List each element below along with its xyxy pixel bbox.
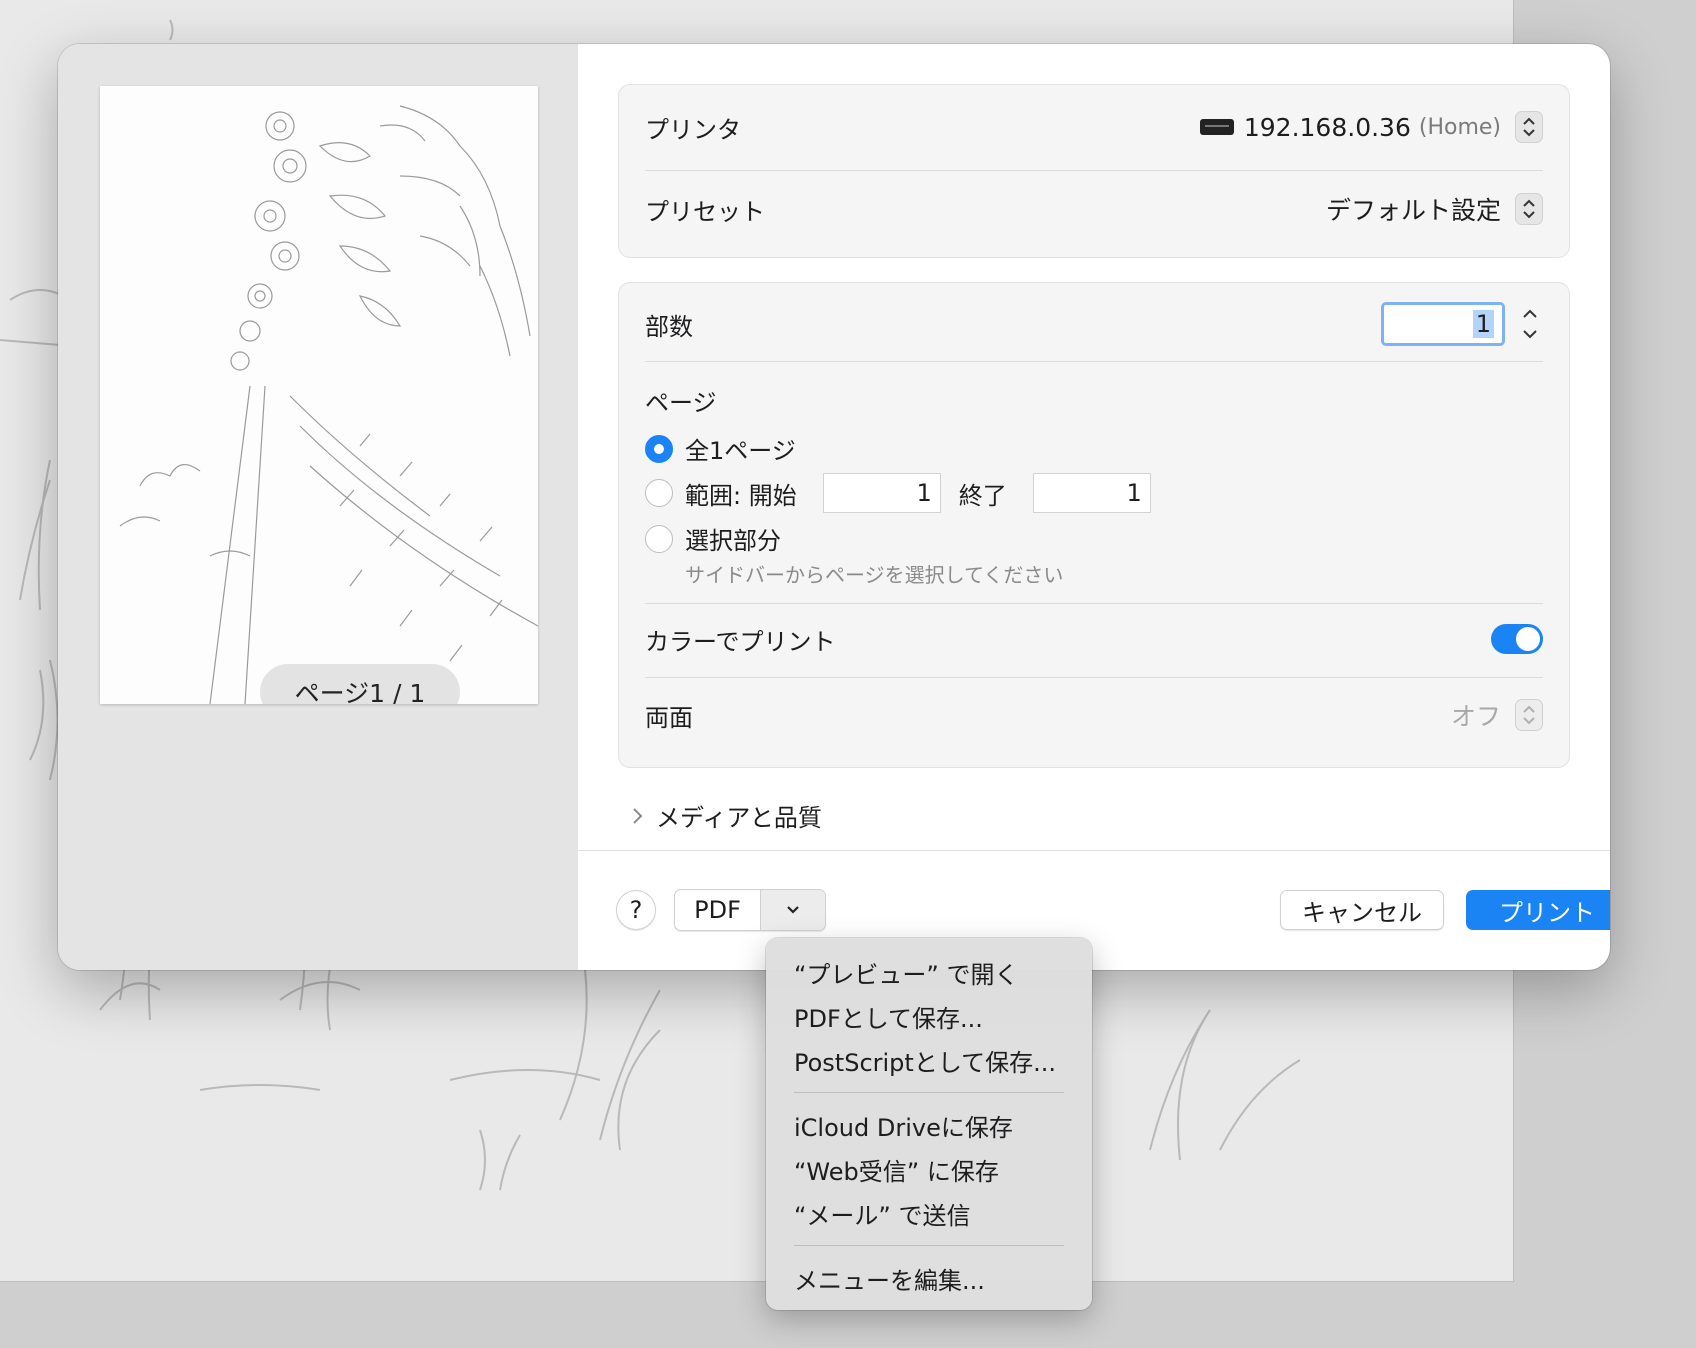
copies-input[interactable]: 1: [1381, 302, 1505, 346]
printer-icon: [1199, 119, 1234, 135]
settings-panel: プリンタ 192.168.0.36 (Home) プリセット デフォルト設定 部…: [578, 44, 1610, 970]
pages-selection-label: 選択部分: [685, 527, 781, 555]
preview-sidebar: ページ1 / 1: [58, 44, 578, 970]
range-to-value: 1: [1126, 479, 1142, 507]
chevron-right-icon: [633, 807, 643, 824]
preset-popup-chevrons-icon: [1515, 193, 1543, 225]
pages-range-radio[interactable]: [645, 479, 673, 507]
media-quality-disclosure[interactable]: メディアと品質: [630, 798, 822, 833]
printer-location: (Home): [1418, 114, 1501, 140]
pages-all-label: 全1ページ: [685, 437, 796, 465]
menu-item-save-to-icloud[interactable]: iCloud Driveに保存: [766, 1103, 1092, 1147]
media-quality-label: メディアと品質: [656, 804, 822, 832]
copies-label: 部数: [645, 312, 693, 341]
preset-popup[interactable]: デフォルト設定: [1326, 191, 1543, 227]
selection-hint: サイドバーからページを選択してください: [685, 563, 1064, 587]
divider: [645, 361, 1543, 362]
menu-item-send-via-mail[interactable]: “メール” で送信: [766, 1191, 1092, 1235]
page-preview[interactable]: ページ1 / 1: [100, 86, 538, 704]
pdf-menu-button[interactable]: PDF: [674, 889, 826, 931]
pages-all-radio[interactable]: [645, 434, 673, 463]
copies-stepper[interactable]: [1517, 304, 1543, 344]
help-button[interactable]: ?: [616, 890, 656, 930]
preset-row: プリセット デフォルト設定: [645, 189, 1543, 229]
duplex-value: オフ: [1450, 702, 1501, 731]
duplex-popup[interactable]: オフ: [1451, 697, 1543, 733]
menu-item-save-as-pdf[interactable]: PDFとして保存...: [766, 994, 1092, 1038]
pages-selection-option[interactable]: 選択部分: [645, 521, 781, 556]
color-row: カラーでプリント: [645, 617, 1543, 661]
cancel-button[interactable]: キャンセル: [1280, 890, 1444, 930]
preset-value: デフォルト設定: [1325, 196, 1501, 225]
pdf-button-label: PDF: [675, 890, 761, 930]
divider: [645, 677, 1543, 678]
pages-range-label: 範囲: 開始: [685, 481, 797, 510]
duplex-popup-chevrons-icon: [1515, 699, 1543, 731]
copies-stepper-icon: [1523, 309, 1537, 339]
color-toggle[interactable]: [1491, 624, 1543, 654]
range-from-input[interactable]: 1: [822, 473, 941, 513]
menu-item-save-to-web-receipts[interactable]: “Web受信” に保存: [766, 1147, 1092, 1191]
preset-label: プリセット: [645, 197, 765, 226]
print-options-group: 部数 1 ページ 全1ページ 範囲: 開始 1 終了 1 選択部分 サイドバーか…: [618, 282, 1570, 768]
menu-item-edit-menu[interactable]: メニューを編集...: [766, 1256, 1092, 1300]
color-label: カラーでプリント: [645, 627, 836, 656]
copies-control: 1: [1381, 302, 1543, 346]
pages-selection-radio[interactable]: [645, 524, 673, 553]
page-count-badge: ページ1 / 1: [260, 664, 460, 704]
menu-separator: [794, 1092, 1064, 1093]
duplex-row: 両面 オフ: [645, 693, 1543, 737]
chevron-down-icon: [787, 906, 799, 914]
printer-row: プリンタ 192.168.0.36 (Home): [645, 107, 1543, 147]
printer-label: プリンタ: [645, 115, 741, 144]
menu-item-open-in-preview[interactable]: “プレビュー” で開く: [766, 950, 1092, 994]
range-to-label: 終了: [958, 481, 1007, 510]
menu-item-save-as-postscript[interactable]: PostScriptとして保存...: [766, 1038, 1092, 1082]
print-button[interactable]: プリント: [1466, 890, 1610, 930]
preview-sketch-image: [100, 86, 538, 704]
printer-popup-chevrons-icon: [1515, 111, 1543, 143]
range-to-input[interactable]: 1: [1032, 473, 1151, 513]
pages-range-option: 範囲: 開始 1 終了 1: [645, 473, 1169, 513]
copies-row: 部数 1: [645, 299, 1543, 349]
pages-all-option[interactable]: 全1ページ: [645, 431, 796, 466]
pdf-dropdown-toggle[interactable]: [761, 890, 825, 930]
pages-label: ページ: [645, 389, 717, 417]
menu-separator: [794, 1245, 1064, 1246]
printer-settings-group: プリンタ 192.168.0.36 (Home) プリセット デフォルト設定: [618, 84, 1570, 258]
duplex-label: 両面: [645, 703, 693, 732]
divider: [645, 603, 1543, 604]
divider: [645, 170, 1543, 171]
printer-popup[interactable]: 192.168.0.36 (Home): [1199, 111, 1543, 143]
pdf-dropdown-menu: “プレビュー” で開く PDFとして保存... PostScriptとして保存.…: [766, 938, 1092, 1310]
range-from-value: 1: [916, 479, 932, 507]
copies-value: 1: [1472, 310, 1494, 338]
printer-value: 192.168.0.36: [1243, 112, 1411, 142]
footer-divider: [578, 850, 1610, 851]
print-dialog: ページ1 / 1 プリンタ 192.168.0.36 (Home) プリセット: [58, 44, 1610, 970]
